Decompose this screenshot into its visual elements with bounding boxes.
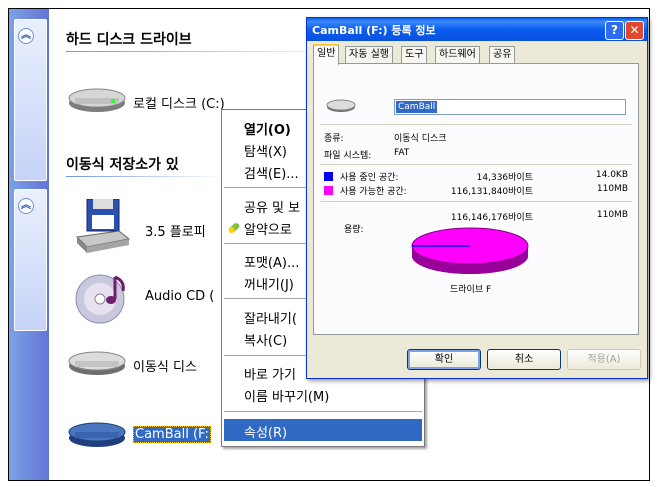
menu-item-eject[interactable]: 꺼내기(J) xyxy=(244,274,294,293)
panel-separator xyxy=(320,164,632,165)
task-pane-group-2: ︽ xyxy=(14,189,47,331)
apply-button[interactable]: 적용(A) xyxy=(567,349,641,370)
close-button[interactable]: ✕ xyxy=(625,21,644,40)
removable-disk-icon xyxy=(68,351,126,375)
section-divider xyxy=(66,176,226,177)
used-space-swatch xyxy=(324,172,333,181)
task-pane-group-1: ︽ xyxy=(14,19,47,181)
menu-item-rename[interactable]: 이름 바꾸기(M) xyxy=(244,386,329,405)
tab-general[interactable]: 일반 xyxy=(313,44,340,65)
dialog-titlebar[interactable]: CamBall (F:) 등록 정보 ? ✕ xyxy=(307,18,647,41)
help-button[interactable]: ? xyxy=(605,21,624,40)
floppy-drive-icon xyxy=(75,198,131,253)
cancel-button[interactable]: 취소 xyxy=(487,349,561,370)
menu-item-copy[interactable]: 복사(C) xyxy=(244,330,287,349)
drive-item-cd[interactable]: Audio CD ( xyxy=(75,269,214,331)
free-space-swatch xyxy=(324,186,333,195)
tab-sharing[interactable]: 공유 xyxy=(489,46,516,63)
menu-item-scan-alyac[interactable]: 알약으로 xyxy=(244,219,292,238)
panel-separator xyxy=(320,124,632,125)
ok-button[interactable]: 확인 xyxy=(407,349,481,370)
drive-label: 로컬 디스크 (C:) xyxy=(133,97,225,112)
general-panel: CamBall 종류: 이동식 디스크 파일 시스템: FAT 사용 중인 공간… xyxy=(313,63,639,335)
capacity-bytes: 116,146,176바이트 xyxy=(450,213,533,223)
filesystem-value: FAT xyxy=(394,148,410,158)
drive-item-c[interactable]: 로컬 디스크 (C:) xyxy=(67,84,225,122)
collapse-chevron-icon[interactable]: ︽ xyxy=(18,28,34,44)
section-title-removable: 이동식 저장소가 있 xyxy=(66,157,179,173)
drive-caption: 드라이브 F xyxy=(450,285,492,295)
drive-label: Audio CD ( xyxy=(145,289,215,304)
camball-drive-icon xyxy=(68,422,126,447)
menu-item-search[interactable]: 검색(E)... xyxy=(244,163,299,182)
drive-name-value: CamBall xyxy=(396,101,438,113)
disk-usage-pie xyxy=(411,227,529,274)
drive-item-floppy[interactable]: 3.5 플로피 xyxy=(73,198,206,259)
used-space-label: 사용 중인 공간: xyxy=(340,173,399,183)
drive-label: 3.5 플로피 xyxy=(145,225,206,240)
tab-hardware[interactable]: 하드웨어 xyxy=(435,46,480,63)
task-pane: ︽ ︽ xyxy=(9,9,49,480)
free-space-label: 사용 가능한 공간: xyxy=(340,187,407,197)
drive-item-camball[interactable]: CamBall (F: xyxy=(67,417,211,455)
menu-item-create-shortcut[interactable]: 바로 가기 xyxy=(244,364,296,383)
dialog-title: CamBall (F:) 등록 정보 xyxy=(312,24,436,37)
menu-item-sharing[interactable]: 공유 및 보 xyxy=(244,197,300,216)
drive-label-selected: CamBall (F: xyxy=(133,426,211,443)
cd-drive-icon xyxy=(75,274,125,324)
capacity-size: 110MB xyxy=(596,210,628,220)
menu-item-format[interactable]: 포맷(A)... xyxy=(244,252,299,271)
properties-dialog: CamBall (F:) 등록 정보 ? ✕ 일반 자동 실행 도구 하드웨어 … xyxy=(306,17,648,379)
tab-autoplay[interactable]: 자동 실행 xyxy=(345,46,393,63)
collapse-chevron-icon[interactable]: ︽ xyxy=(18,198,34,214)
used-space-bytes: 14,336바이트 xyxy=(476,173,533,183)
menu-item-explore[interactable]: 탐색(X) xyxy=(244,141,287,160)
drive-item-removable[interactable]: 이동식 디스 xyxy=(67,347,197,385)
drive-name-input[interactable]: CamBall xyxy=(394,99,626,115)
menu-item-cut[interactable]: 잘라내기( xyxy=(244,308,297,327)
free-space-bytes: 116,131,840바이트 xyxy=(450,187,533,197)
type-value: 이동식 디스크 xyxy=(394,134,447,144)
panel-separator xyxy=(320,201,632,202)
hard-disk-icon xyxy=(68,88,126,112)
type-label: 종류: xyxy=(324,134,344,144)
capacity-label: 용량: xyxy=(344,225,364,235)
filesystem-label: 파일 시스템: xyxy=(324,151,372,161)
alyac-icon xyxy=(228,223,240,233)
tab-tools[interactable]: 도구 xyxy=(401,46,428,63)
menu-item-properties[interactable]: 속성(R) xyxy=(244,422,287,441)
free-space-size: 110MB xyxy=(596,184,628,194)
drive-label: 이동식 디스 xyxy=(133,360,197,375)
used-space-size: 14.0KB xyxy=(595,170,628,180)
drive-icon-small xyxy=(326,99,356,112)
section-title-hard-disks: 하드 디스크 드라이브 xyxy=(66,32,192,48)
menu-separator xyxy=(224,411,422,412)
section-divider xyxy=(66,51,346,52)
menu-item-open[interactable]: 열기(O) xyxy=(244,119,291,138)
